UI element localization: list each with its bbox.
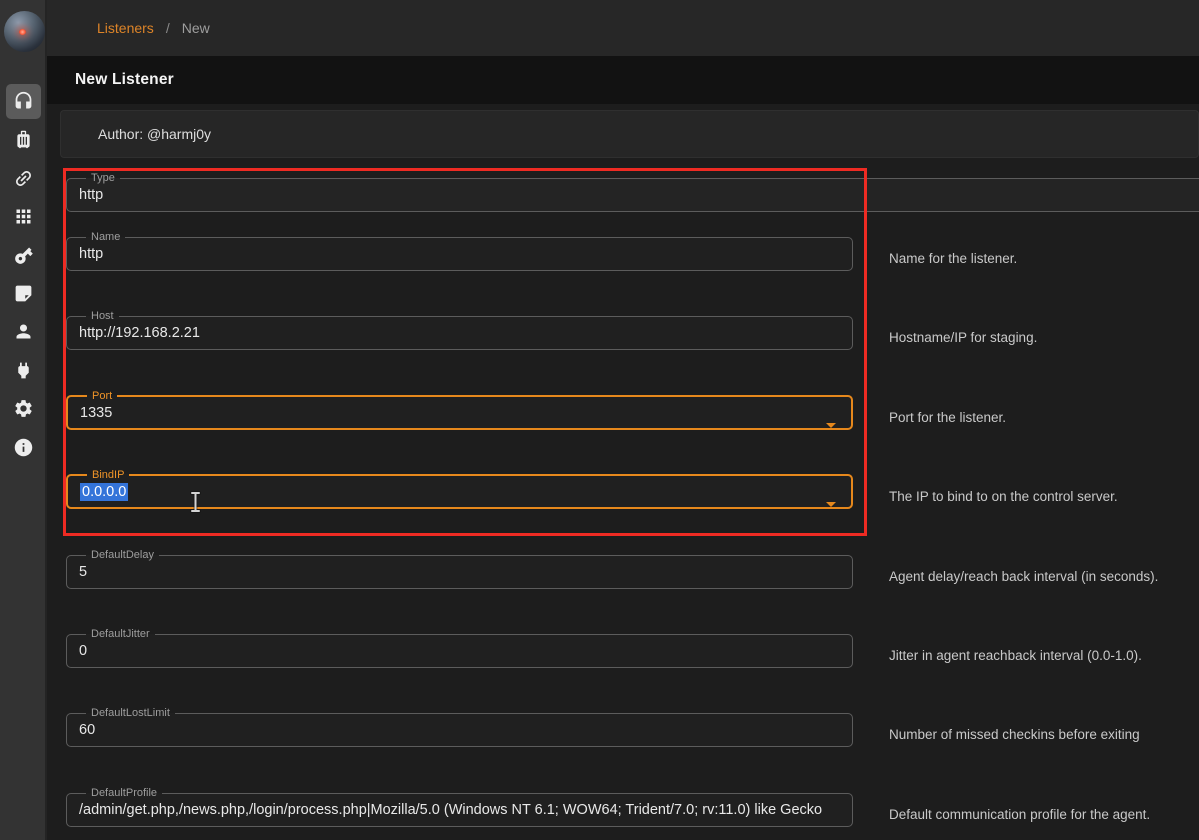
field-value-defaultdelay: 5 <box>79 562 840 582</box>
link-icon <box>13 168 34 189</box>
field-label-bindip: BindIP <box>87 469 129 481</box>
breadcrumb-link-listeners[interactable]: Listeners <box>97 20 154 36</box>
field-bindip[interactable]: BindIP 0.0.0.0 <box>66 469 853 509</box>
field-defaultprofile[interactable]: DefaultProfile /admin/get.php,/news.php,… <box>66 787 853 827</box>
headset-icon <box>13 91 34 112</box>
sidebar-item-credentials[interactable] <box>6 238 41 273</box>
selected-text: 0.0.0.0 <box>80 483 128 501</box>
sidebar-item-agents[interactable] <box>6 161 41 196</box>
sidebar-item-about[interactable] <box>6 430 41 465</box>
breadcrumb-current-new: New <box>182 20 210 36</box>
sidebar-item-reporting[interactable] <box>6 276 41 311</box>
field-description-defaultdelay: Agent delay/reach back interval (in seco… <box>889 567 1194 586</box>
field-defaultjitter[interactable]: DefaultJitter 0 <box>66 628 853 668</box>
starkiller-app-window: Listeners / New New Listener Author: @ha… <box>0 0 1199 840</box>
field-value-defaultlostlimit: 60 <box>79 720 840 740</box>
field-defaultdelay[interactable]: DefaultDelay 5 <box>66 549 853 589</box>
page-header-bar: New Listener <box>47 56 1199 104</box>
field-host[interactable]: Host http://192.168.2.21 <box>66 310 853 350</box>
plug-icon <box>13 360 34 381</box>
note-icon <box>13 283 34 304</box>
field-description-port: Port for the listener. <box>889 408 1194 427</box>
field-port[interactable]: Port 1335 <box>66 390 853 430</box>
field-value-defaultjitter: 0 <box>79 641 840 661</box>
field-value-defaultprofile: /admin/get.php,/news.php,/login/process.… <box>79 800 840 820</box>
field-description-host: Hostname/IP for staging. <box>889 328 1194 347</box>
author-label: Author: @harmj0y <box>98 111 211 157</box>
field-defaultlostlimit[interactable]: DefaultLostLimit 60 <box>66 707 853 747</box>
person-icon <box>13 321 34 342</box>
breadcrumb-separator: / <box>166 20 170 36</box>
field-value-type: http <box>79 185 1198 205</box>
field-value-port: 1335 <box>80 403 839 423</box>
field-description-defaultlostlimit: Number of missed checkins before exiting <box>889 725 1194 744</box>
sidebar-item-modules[interactable] <box>6 199 41 234</box>
sidebar-item-settings[interactable] <box>6 391 41 426</box>
page-title: New Listener <box>75 56 174 104</box>
field-label-name: Name <box>86 231 125 243</box>
field-label-port: Port <box>87 390 117 402</box>
breadcrumb: Listeners / New <box>97 0 210 56</box>
field-label-defaultjitter: DefaultJitter <box>86 628 155 640</box>
field-name[interactable]: Name http <box>66 231 853 271</box>
field-label-type: Type <box>86 172 120 184</box>
field-label-defaultlostlimit: DefaultLostLimit <box>86 707 175 719</box>
sidebar-item-plugins[interactable] <box>6 353 41 388</box>
info-icon <box>13 437 34 458</box>
dropdown-arrow-icon[interactable] <box>826 423 836 428</box>
dropdown-arrow-icon[interactable] <box>826 502 836 507</box>
field-description-defaultjitter: Jitter in agent reachback interval (0.0-… <box>889 646 1194 665</box>
field-description-name: Name for the listener. <box>889 249 1194 268</box>
sidebar-item-users[interactable] <box>6 314 41 349</box>
top-app-bar: Listeners / New <box>47 0 1199 56</box>
field-type[interactable]: Type http <box>66 172 1199 212</box>
starkiller-logo <box>4 11 45 52</box>
field-value-bindip: 0.0.0.0 <box>80 482 839 502</box>
author-card: Author: @harmj0y <box>60 110 1199 158</box>
gear-icon <box>13 398 34 419</box>
sidebar-item-stagers[interactable] <box>6 122 41 157</box>
field-value-host: http://192.168.2.21 <box>79 323 840 343</box>
luggage-icon <box>13 129 34 150</box>
field-label-defaultprofile: DefaultProfile <box>86 787 162 799</box>
field-description-bindip: The IP to bind to on the control server. <box>889 487 1194 506</box>
sidebar <box>0 0 47 840</box>
sidebar-item-listeners[interactable] <box>6 84 41 119</box>
field-value-name: http <box>79 244 840 264</box>
key-icon <box>13 245 34 266</box>
apps-grid-icon <box>13 206 34 227</box>
field-description-defaultprofile: Default communication profile for the ag… <box>889 805 1194 824</box>
field-label-host: Host <box>86 310 119 322</box>
field-label-defaultdelay: DefaultDelay <box>86 549 159 561</box>
